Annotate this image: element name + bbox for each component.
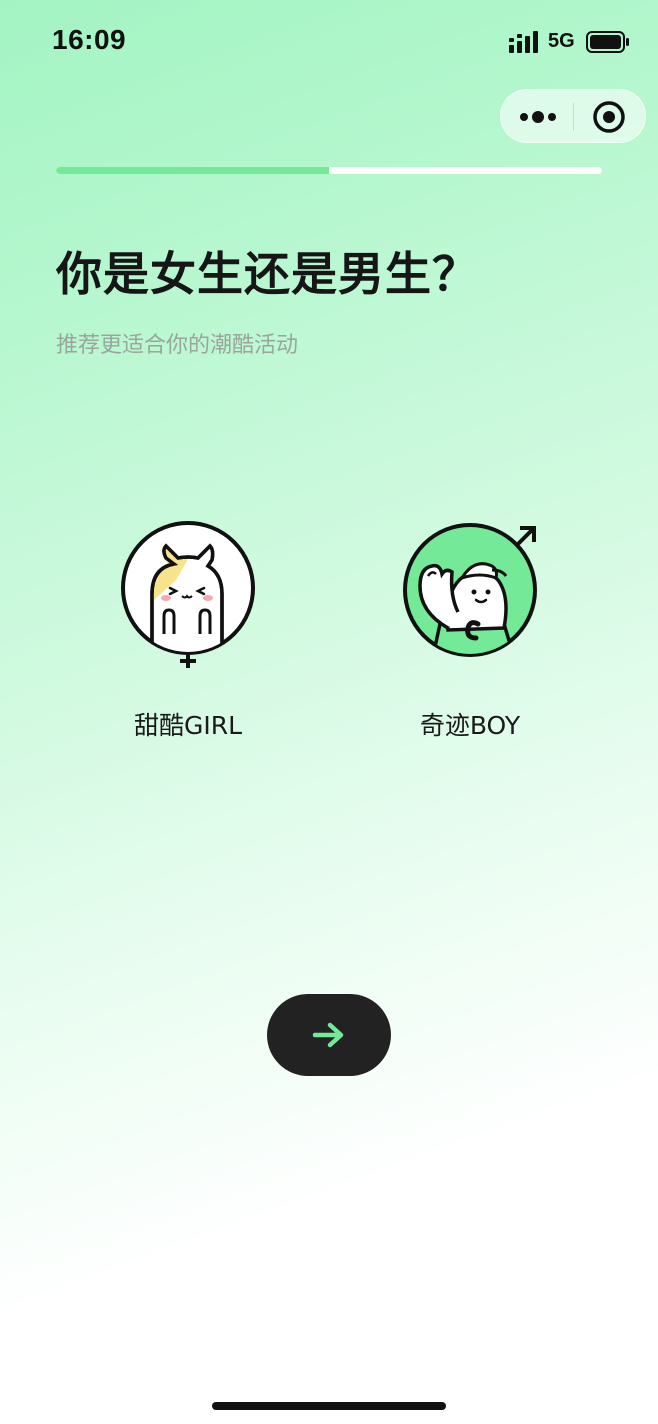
page-title: 你是女生还是男生？: [56, 247, 479, 301]
miniprogram-capsule: [500, 89, 646, 143]
more-dots-icon[interactable]: [515, 98, 561, 136]
progress-bar: [56, 167, 602, 174]
option-girl[interactable]: 甜酷GIRL: [78, 520, 298, 750]
network-label: 5G: [548, 30, 575, 52]
option-boy[interactable]: 奇迹BOY: [360, 520, 580, 750]
capsule-divider: [573, 103, 574, 131]
option-girl-label: 甜酷GIRL: [133, 711, 243, 740]
signal-icon: [509, 31, 538, 53]
status-time: 16:09: [52, 24, 127, 55]
progress-fill: [56, 167, 329, 174]
option-boy-label: 奇迹BOY: [419, 711, 521, 740]
next-button[interactable]: [267, 994, 391, 1076]
arrow-right-icon: [312, 1022, 344, 1048]
boy-mascot-avatar-icon: [403, 523, 537, 657]
home-indicator: [212, 1402, 446, 1410]
page-subtitle: 推荐更适合你的潮酷活动: [56, 333, 299, 358]
close-target-icon[interactable]: [591, 99, 627, 135]
battery-icon: [586, 31, 629, 53]
status-bar: 16:09 5G: [0, 0, 658, 84]
girl-cat-avatar-icon: [121, 521, 255, 668]
